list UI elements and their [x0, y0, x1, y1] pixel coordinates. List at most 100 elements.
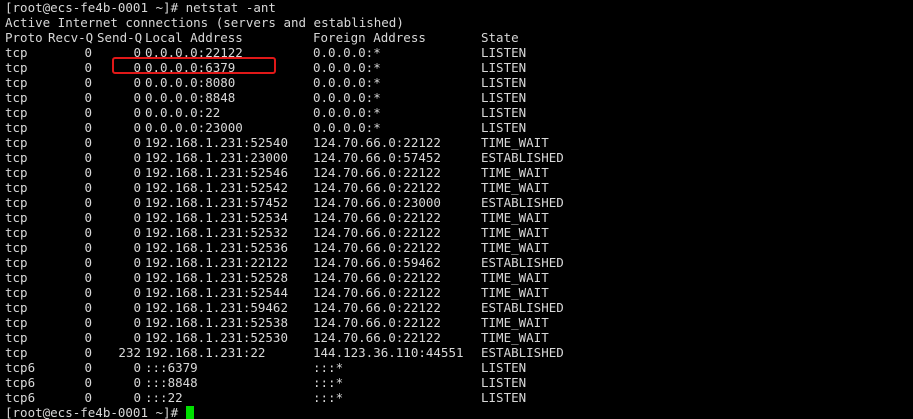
table-row: tcp 0 0 0.0.0.0:6379 0.0.0.0:* LISTEN [5, 60, 913, 75]
table-row: tcp6 0 0:::6379:::* LISTEN [5, 360, 913, 375]
cell-recv-q: 0 [84, 300, 92, 315]
cell-foreign-address: 0.0.0.0:* [313, 45, 381, 60]
cell-foreign-address: 124.70.66.0:22122 [313, 135, 441, 150]
cell-proto: tcp [5, 300, 28, 315]
cell-proto: tcp [5, 150, 28, 165]
cell-proto: tcp [5, 105, 28, 120]
cell-recv-q: 0 [84, 270, 92, 285]
cell-proto: tcp [5, 285, 28, 300]
cell-recv-q: 0 [84, 165, 92, 180]
table-row: tcp 0 0 192.168.1.231:52532 124.70.66.0:2212… [5, 225, 913, 240]
cell-proto: tcp [5, 60, 28, 75]
cell-local-address: 192.168.1.231:52534 [145, 210, 288, 225]
cell-recv-q: 0 [84, 255, 92, 270]
cell-send-q: 0 [133, 180, 141, 195]
cell-foreign-address: :::* [313, 375, 344, 390]
cell-proto: tcp [5, 120, 28, 135]
cell-local-address: 192.168.1.231:52544 [145, 285, 288, 300]
table-row: tcp 0 0 192.168.1.231:52546 124.70.66.0:2212… [5, 165, 913, 180]
cell-send-q: 0 [133, 105, 141, 120]
cell-send-q: 0 [133, 225, 141, 240]
cell-state: ESTABLISHED [481, 255, 564, 270]
cell-foreign-address: :::* [313, 390, 344, 405]
cell-recv-q: 0 [84, 135, 92, 150]
cell-send-q: 0 [133, 255, 141, 270]
cell-recv-q: 0 [84, 90, 92, 105]
cell-state: LISTEN [481, 90, 527, 105]
cell-state: ESTABLISHED [481, 345, 564, 360]
cell-recv-q: 0 [84, 150, 92, 165]
header-state: State [481, 30, 519, 45]
cell-recv-q: 0 [84, 285, 92, 300]
cell-local-address: 192.168.1.231:23000 [145, 150, 288, 165]
cell-send-q: 0 [133, 375, 141, 390]
cell-recv-q: 0 [84, 105, 92, 120]
cell-send-q: 232 [118, 345, 141, 360]
cell-recv-q: 0 [84, 345, 92, 360]
cell-state: LISTEN [481, 75, 527, 90]
cell-foreign-address: 0.0.0.0:* [313, 75, 381, 90]
cell-local-address: 192.168.1.231:52542 [145, 180, 288, 195]
cell-local-address: 192.168.1.231:52536 [145, 240, 288, 255]
cell-send-q: 0 [133, 210, 141, 225]
cell-send-q: 0 [133, 285, 141, 300]
cell-send-q: 0 [133, 150, 141, 165]
cell-foreign-address: 124.70.66.0:22122 [313, 240, 441, 255]
final-prompt-line[interactable]: [root@ecs-fe4b-0001 ~]# [5, 405, 913, 419]
cell-proto: tcp [5, 90, 28, 105]
cell-send-q: 0 [133, 135, 141, 150]
table-row: tcp 0 0 192.168.1.231:52528 124.70.66.0:2212… [5, 270, 913, 285]
final-prompt-text: [root@ecs-fe4b-0001 ~]# [5, 405, 186, 419]
table-row: tcp 0 0 0.0.0.0:8080 0.0.0.0:* LISTEN [5, 75, 913, 90]
cell-state: TIME_WAIT [481, 135, 549, 150]
cell-send-q: 0 [133, 300, 141, 315]
cell-local-address: 192.168.1.231:22 [145, 345, 266, 360]
cell-send-q: 0 [133, 270, 141, 285]
connection-table: tcp 0 0 0.0.0.0:22122 0.0.0.0:* LISTEN tcp 0 0 0.… [5, 45, 913, 405]
cell-proto: tcp [5, 240, 28, 255]
cell-local-address: 0.0.0.0:23000 [145, 120, 243, 135]
terminal-window[interactable]: [root@ecs-fe4b-0001 ~]# netstat -ant Act… [0, 0, 913, 419]
table-row: tcp 0 0 0.0.0.0:8848 0.0.0.0:* LISTEN [5, 90, 913, 105]
cell-local-address: 192.168.1.231:52546 [145, 165, 288, 180]
cell-recv-q: 0 [84, 390, 92, 405]
header-proto: Proto [5, 30, 43, 45]
cell-foreign-address: 0.0.0.0:* [313, 120, 381, 135]
cell-foreign-address: 124.70.66.0:22122 [313, 210, 441, 225]
cell-foreign-address: 124.70.66.0:59462 [313, 255, 441, 270]
table-row: tcp 0 0 192.168.1.231:52542 124.70.66.0:2212… [5, 180, 913, 195]
cell-state: TIME_WAIT [481, 165, 549, 180]
table-row: tcp 0 0 192.168.1.231:57452 124.70.66.0:2300… [5, 195, 913, 210]
table-row: tcp 0 0 192.168.1.231:52536 124.70.66.0:2212… [5, 240, 913, 255]
cell-local-address: 192.168.1.231:57452 [145, 195, 288, 210]
cell-foreign-address: 124.70.66.0:22122 [313, 270, 441, 285]
cell-recv-q: 0 [84, 45, 92, 60]
cell-state: TIME_WAIT [481, 240, 549, 255]
cell-foreign-address: 144.123.36.110:44551 [313, 345, 464, 360]
cell-local-address: 192.168.1.231:52540 [145, 135, 288, 150]
table-row: tcp 0 0 192.168.1.231:52530 124.70.66.0:2212… [5, 330, 913, 345]
cell-foreign-address: 0.0.0.0:* [313, 60, 381, 75]
cell-proto: tcp [5, 180, 28, 195]
cell-local-address: 0.0.0.0:22 [145, 105, 221, 120]
cell-recv-q: 0 [84, 240, 92, 255]
cell-state: LISTEN [481, 120, 527, 135]
cell-foreign-address: 124.70.66.0:23000 [313, 195, 441, 210]
cell-recv-q: 0 [84, 75, 92, 90]
cell-send-q: 0 [133, 195, 141, 210]
table-row: tcp 0 0 0.0.0.0:23000 0.0.0.0:* LISTEN [5, 120, 913, 135]
table-header: Proto Recv-Q Send-Q Local Address Foreig… [5, 30, 913, 45]
cell-foreign-address: 124.70.66.0:57452 [313, 150, 441, 165]
cell-recv-q: 0 [84, 210, 92, 225]
cell-foreign-address: 0.0.0.0:* [313, 90, 381, 105]
cell-local-address: 0.0.0.0:8848 [145, 90, 236, 105]
cell-proto: tcp [5, 135, 28, 150]
cell-local-address: 0.0.0.0:22122 [145, 45, 243, 60]
cell-send-q: 0 [133, 360, 141, 375]
cell-proto: tcp [5, 75, 28, 90]
cell-local-address: 192.168.1.231:52538 [145, 315, 288, 330]
table-row: tcp 0 0 192.168.1.231:52540 124.70.66.0:2212… [5, 135, 913, 150]
cell-send-q: 0 [133, 60, 141, 75]
cell-proto: tcp [5, 255, 28, 270]
cell-state: LISTEN [481, 105, 527, 120]
